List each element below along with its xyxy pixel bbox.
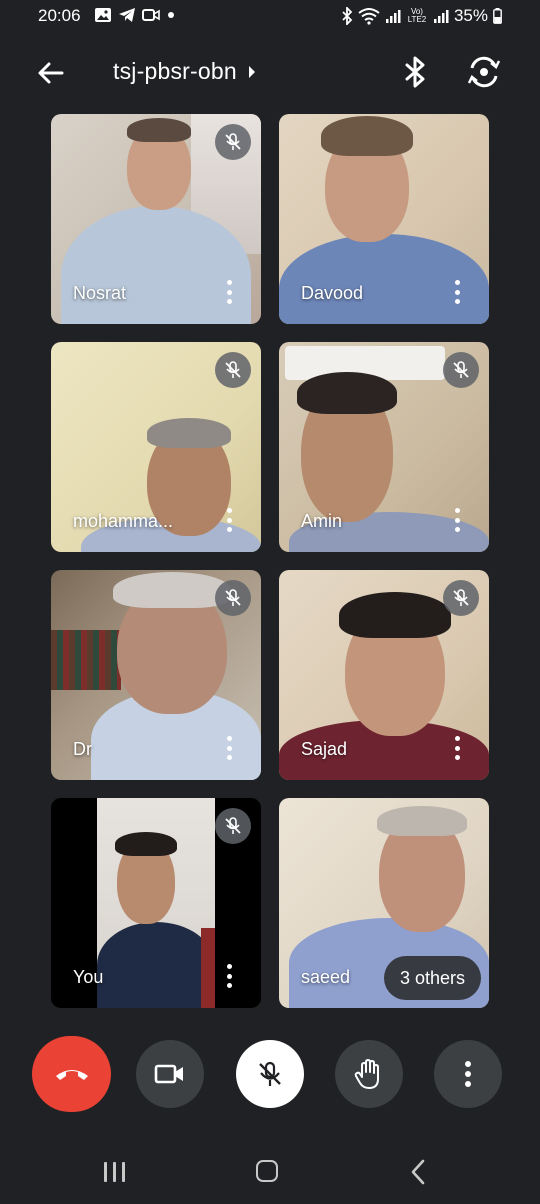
participant-options-button[interactable] [223,736,235,760]
home-icon[interactable] [256,1160,278,1182]
participant-tile[interactable]: Dr [51,570,261,780]
arm-detail [201,928,215,1008]
status-time: 20:06 [38,6,81,25]
participant-tile[interactable]: saeed 3 others [279,798,489,1008]
participant-tile[interactable]: Davood [279,114,489,324]
person-hair [339,592,451,638]
participant-options-button[interactable] [223,280,235,304]
signal-icon [433,10,449,23]
hang-up-icon [55,1070,88,1080]
mic-off-icon [453,589,469,606]
person-body [97,922,215,1008]
gallery-icon [95,8,111,22]
participant-tile[interactable]: You [51,798,261,1008]
mic-off-icon [259,1061,281,1086]
mic-toggle-button[interactable] [236,1040,304,1108]
mic-off-icon [225,361,241,378]
mic-muted-indicator [215,808,251,844]
participant-name: mohamma... [73,511,174,531]
camera-button[interactable] [136,1040,204,1108]
bookshelf [51,630,121,690]
call-controls [0,1036,540,1112]
person-hair [297,372,397,414]
participant-name: Davood [301,283,364,303]
meeting-header: tsj-pbsr-obn [0,44,540,100]
recents-icon[interactable] [104,1162,125,1182]
person-hair [127,118,191,142]
mic-muted-indicator [215,124,251,160]
mic-off-icon [225,589,241,606]
participant-options-button[interactable] [451,508,463,532]
bluetooth-audio-icon [405,56,425,88]
mic-muted-indicator [215,352,251,388]
participant-tile[interactable]: Nosrat [51,114,261,324]
participant-name: saeed [301,967,351,987]
raise-hand-icon [354,1059,379,1089]
signal-icon [385,10,401,23]
participant-name: Amin [301,511,343,531]
participant-name: Nosrat [73,283,127,303]
person-hair [113,572,231,608]
system-nav-bar [0,1150,540,1194]
camera-icon [154,1064,183,1084]
battery-percent: 35% [453,6,488,25]
mic-off-icon [225,817,241,834]
more-options-button[interactable] [434,1040,502,1108]
others-button[interactable]: 3 others [383,956,481,1000]
meeting-code: tsj-pbsr-obn [113,58,237,84]
back-icon[interactable] [410,1159,426,1190]
participant-name: You [73,967,104,987]
chevron-right-icon [248,65,255,78]
person-hair [115,832,177,856]
participant-name: Sajad [301,739,348,759]
person-hair [147,418,231,448]
bluetooth-icon [342,7,353,25]
switch-camera-icon [467,56,501,88]
person-hair [321,116,413,156]
wifi-icon [358,8,380,25]
participant-options-button[interactable] [223,964,235,988]
participant-options-button[interactable] [451,280,463,304]
hang-up-button[interactable] [32,1036,111,1112]
mic-off-icon [225,133,241,150]
telegram-icon [119,8,135,22]
more-options-icon [465,1061,471,1087]
participant-options-button[interactable] [451,736,463,760]
switch-camera-button[interactable] [466,54,502,95]
back-arrow-icon [38,62,64,84]
video-icon [142,9,160,21]
participant-name: Dr [73,739,92,759]
participant-options-button[interactable] [223,508,235,532]
back-button[interactable] [34,56,68,90]
network-label: Vo) LTE2 [407,7,427,24]
participant-tile[interactable]: Sajad [279,570,489,780]
raise-hand-button[interactable] [335,1040,403,1108]
mic-muted-indicator [443,352,479,388]
battery-icon [493,8,502,24]
mic-muted-indicator [215,580,251,616]
dot-icon [168,12,174,18]
participant-tile[interactable]: mohamma... [51,342,261,552]
person-hair [377,806,467,836]
status-bar: 20:06 Vo) LTE2 35% [0,0,540,32]
audio-output-button[interactable] [400,54,430,95]
participant-tile[interactable]: Amin [279,342,489,552]
mic-muted-indicator [443,580,479,616]
meeting-info-button[interactable]: tsj-pbsr-obn [113,58,257,85]
mic-off-icon [453,361,469,378]
